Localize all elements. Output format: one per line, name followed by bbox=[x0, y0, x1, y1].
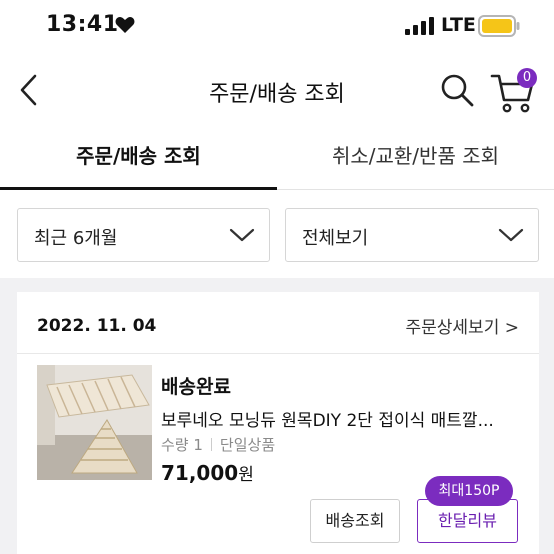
product-image bbox=[37, 365, 152, 480]
chevron-down-icon bbox=[498, 228, 524, 242]
product-thumbnail[interactable] bbox=[37, 365, 152, 480]
price-unit: 원 bbox=[238, 465, 254, 485]
chevron-down-icon bbox=[229, 228, 255, 242]
heart-icon bbox=[115, 17, 135, 33]
app-header: 주문/배송 조회 bbox=[0, 56, 554, 124]
divider bbox=[17, 353, 539, 354]
order-detail-link[interactable]: 주문상세보기 > bbox=[406, 313, 520, 338]
status-bar: 13:41 LTE bbox=[0, 0, 554, 56]
period-select[interactable]: 최근 6개월 bbox=[17, 208, 270, 262]
order-date: 2022. 11. 04 bbox=[37, 316, 157, 336]
delivery-tracking-button[interactable]: 배송조회 bbox=[310, 499, 400, 543]
search-icon[interactable] bbox=[440, 73, 474, 107]
battery-icon bbox=[478, 15, 520, 37]
product-price: 71,000원 bbox=[161, 460, 254, 485]
order-tracking-screen: 13:41 LTE 주문/배송 조회 0 주문/배송 조회 취소/교환/반품 조… bbox=[0, 0, 554, 554]
quantity-label: 수량 1 bbox=[161, 436, 203, 454]
price-value: 71,000 bbox=[161, 461, 239, 485]
order-tabs: 주문/배송 조회 취소/교환/반품 조회 bbox=[0, 130, 554, 190]
delivery-status: 배송완료 bbox=[161, 376, 231, 398]
view-select-value: 전체보기 bbox=[302, 228, 369, 249]
view-select[interactable]: 전체보기 bbox=[285, 208, 539, 262]
option-label: 단일상품 bbox=[219, 436, 276, 454]
meta-separator bbox=[210, 438, 212, 451]
reward-points-badge: 최대150P bbox=[425, 476, 513, 506]
status-time: 13:41 bbox=[46, 12, 119, 37]
tab-order-delivery[interactable]: 주문/배송 조회 bbox=[0, 130, 277, 190]
network-label: LTE bbox=[441, 14, 476, 36]
signal-icon bbox=[405, 17, 434, 35]
filter-bar: 최근 6개월 전체보기 bbox=[0, 190, 554, 278]
cart-count-badge: 0 bbox=[517, 68, 537, 88]
tab-cancel-exchange-return[interactable]: 취소/교환/반품 조회 bbox=[277, 130, 554, 190]
period-select-value: 최근 6개월 bbox=[34, 228, 118, 249]
product-meta: 수량 1 단일상품 bbox=[161, 434, 275, 455]
order-card: 2022. 11. 04 주문상세보기 > 배송완료 보루네오 모닝듀 원목DI… bbox=[17, 292, 539, 554]
product-name[interactable]: 보루네오 모닝듀 원목DIY 2단 접이식 매트깔... bbox=[161, 406, 511, 431]
